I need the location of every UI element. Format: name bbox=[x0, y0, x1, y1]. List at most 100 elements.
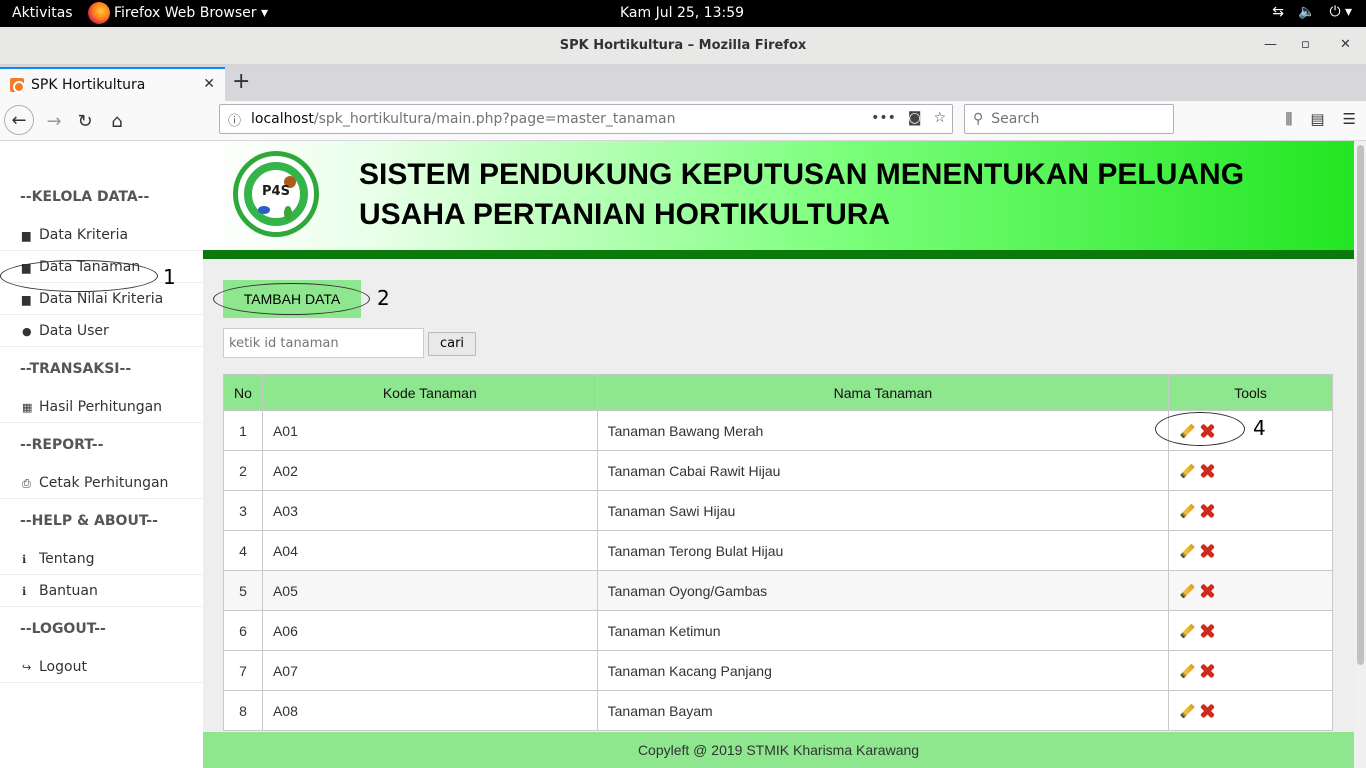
sidebar-item-label: Data User bbox=[39, 323, 109, 339]
annotation-ellipse-4 bbox=[1155, 412, 1245, 446]
window-titlebar: SPK Hortikultura – Mozilla Firefox — ▫ ✕ bbox=[0, 27, 1366, 65]
home-icon[interactable]: ⌂ bbox=[103, 107, 131, 135]
scrollbar-thumb[interactable] bbox=[1357, 145, 1364, 665]
edit-pencil-icon[interactable] bbox=[1179, 623, 1195, 639]
cell-no: 6 bbox=[223, 610, 263, 651]
annotation-number-4: 4 bbox=[1253, 416, 1266, 440]
sidebar-item-data-kriteria[interactable]: ▆ Data Kriteria bbox=[0, 219, 203, 251]
vertical-scrollbar[interactable] bbox=[1354, 141, 1366, 768]
edit-pencil-icon[interactable] bbox=[1179, 503, 1195, 519]
cell-no: 8 bbox=[223, 690, 263, 731]
bookmark-star-icon[interactable]: ☆ bbox=[933, 110, 946, 126]
minimize-icon[interactable]: — bbox=[1264, 37, 1277, 52]
search-button[interactable]: cari bbox=[428, 332, 476, 356]
clock[interactable]: Kam Jul 25, 13:59 bbox=[620, 5, 744, 21]
table-row: 8 A08 Tanaman Bayam bbox=[223, 690, 1333, 731]
sidebar-item-hasil-perhitungan[interactable]: ▦ Hasil Perhitungan bbox=[0, 391, 203, 423]
sidebar-item-bantuan[interactable]: ℹ Bantuan bbox=[0, 575, 203, 607]
table-icon: ▦ bbox=[22, 401, 33, 414]
cell-nama: Tanaman Cabai Rawit Hijau bbox=[596, 450, 1170, 491]
window-title: SPK Hortikultura – Mozilla Firefox bbox=[559, 38, 807, 53]
close-window-icon[interactable]: ✕ bbox=[1340, 37, 1351, 52]
delete-x-icon[interactable] bbox=[1199, 583, 1215, 599]
delete-x-icon[interactable] bbox=[1199, 503, 1215, 519]
cell-kode: A01 bbox=[261, 410, 598, 451]
column-header-no: No bbox=[223, 374, 263, 411]
section-heading-help-about: --HELP & ABOUT-- bbox=[20, 513, 158, 529]
edit-pencil-icon[interactable] bbox=[1179, 543, 1195, 559]
cell-no: 7 bbox=[223, 650, 263, 691]
system-tray[interactable]: ⇆ 🔈 ⏻ ▾ bbox=[1272, 4, 1352, 20]
cell-kode: A08 bbox=[261, 690, 598, 731]
cell-kode: A03 bbox=[261, 490, 598, 531]
sidebar-item-label: Bantuan bbox=[39, 583, 98, 599]
edit-pencil-icon[interactable] bbox=[1179, 463, 1195, 479]
url-bar[interactable]: ⓘ localhost/spk_hortikultura/main.php?pa… bbox=[219, 104, 953, 134]
system-top-bar: Aktivitas Firefox Web Browser ▾ Kam Jul … bbox=[0, 0, 1366, 27]
cell-no: 4 bbox=[223, 530, 263, 571]
hamburger-menu-icon[interactable]: ☰ bbox=[1343, 110, 1356, 128]
new-tab-icon[interactable]: + bbox=[232, 69, 250, 94]
cell-tools bbox=[1168, 610, 1333, 651]
header-banner: P4S SISTEM PENDUKUNG KEPUTUSAN MENENTUKA… bbox=[203, 141, 1354, 250]
edit-pencil-icon[interactable] bbox=[1179, 663, 1195, 679]
annotation-number-1: 1 bbox=[163, 265, 176, 289]
sidebar-item-tentang[interactable]: ℹ Tentang bbox=[0, 543, 203, 575]
annotation-ellipse-1 bbox=[0, 260, 158, 292]
edit-pencil-icon[interactable] bbox=[1179, 703, 1195, 719]
logout-icon: ↪ bbox=[22, 661, 32, 674]
print-icon: ⎙ bbox=[22, 477, 31, 490]
cell-tools bbox=[1168, 450, 1333, 491]
sidebar-item-label: Logout bbox=[39, 659, 87, 675]
tab-spk-hortikultura[interactable]: SPK Hortikultura ✕ bbox=[0, 67, 225, 101]
back-icon[interactable]: ← bbox=[4, 105, 34, 135]
url-host: localhost bbox=[251, 111, 314, 127]
section-heading-transaksi: --TRANSAKSI-- bbox=[20, 361, 132, 377]
table-row: 2 A02 Tanaman Cabai Rawit Hijau bbox=[223, 450, 1333, 491]
app-menu[interactable]: Firefox Web Browser ▾ bbox=[88, 2, 268, 24]
pocket-icon[interactable]: ◙ bbox=[908, 110, 922, 126]
cell-nama: Tanaman Ketimun bbox=[596, 610, 1170, 651]
delete-x-icon[interactable] bbox=[1199, 623, 1215, 639]
sidebar-toggle-icon[interactable]: ▤ bbox=[1310, 110, 1324, 128]
sidebar-item-data-user[interactable]: ● Data User bbox=[0, 315, 203, 347]
sidebar-item-cetak-perhitungan[interactable]: ⎙ Cetak Perhitungan bbox=[0, 467, 203, 499]
table-row: 5 A05 Tanaman Oyong/Gambas bbox=[223, 570, 1333, 611]
page-actions-icon[interactable]: ••• bbox=[871, 110, 896, 126]
section-heading-kelola-data: --KELOLA DATA-- bbox=[20, 189, 150, 205]
delete-x-icon[interactable] bbox=[1199, 703, 1215, 719]
cell-kode: A07 bbox=[261, 650, 598, 691]
main-content: P4S SISTEM PENDUKUNG KEPUTUSAN MENENTUKA… bbox=[203, 141, 1354, 768]
activities-button[interactable]: Aktivitas bbox=[12, 5, 73, 21]
cell-no: 1 bbox=[223, 410, 263, 451]
cell-no: 3 bbox=[223, 490, 263, 531]
sidebar-item-logout[interactable]: ↪ Logout bbox=[0, 651, 203, 683]
delete-x-icon[interactable] bbox=[1199, 463, 1215, 479]
reload-icon[interactable]: ↻ bbox=[71, 107, 99, 135]
network-icon: ⇆ bbox=[1272, 4, 1284, 20]
library-icon[interactable]: ⫼ bbox=[1285, 110, 1292, 128]
cell-no: 2 bbox=[223, 450, 263, 491]
favicon-icon bbox=[10, 78, 25, 93]
forward-icon[interactable]: → bbox=[40, 107, 68, 135]
delete-x-icon[interactable] bbox=[1199, 663, 1215, 679]
table-row: 4 A04 Tanaman Terong Bulat Hijau bbox=[223, 530, 1333, 571]
page-footer: Copyleft @ 2019 STMIK Kharisma Karawang bbox=[203, 732, 1354, 768]
section-heading-logout: --LOGOUT-- bbox=[20, 621, 106, 637]
close-tab-icon[interactable]: ✕ bbox=[203, 76, 215, 92]
search-input[interactable] bbox=[223, 328, 424, 358]
edit-pencil-icon[interactable] bbox=[1179, 583, 1195, 599]
cell-nama: Tanaman Kacang Panjang bbox=[596, 650, 1170, 691]
page-title-line1: SISTEM PENDUKUNG KEPUTUSAN MENENTUKAN PE… bbox=[359, 158, 1245, 191]
cell-tools bbox=[1168, 490, 1333, 531]
page-title-line2: USAHA PERTANIAN HORTIKULTURA bbox=[359, 198, 891, 231]
section-heading-report: --REPORT-- bbox=[20, 437, 104, 453]
delete-x-icon[interactable] bbox=[1199, 543, 1215, 559]
search-bar[interactable]: ⚲ Search bbox=[964, 104, 1174, 134]
site-info-icon[interactable]: ⓘ bbox=[228, 110, 241, 129]
column-header-kode: Kode Tanaman bbox=[261, 374, 598, 411]
column-header-nama: Nama Tanaman bbox=[596, 374, 1170, 411]
table-row: 7 A07 Tanaman Kacang Panjang bbox=[223, 650, 1333, 691]
sidebar: --KELOLA DATA-- ▆ Data Kriteria ▆ Data Tan… bbox=[0, 141, 203, 768]
maximize-icon[interactable]: ▫ bbox=[1301, 37, 1310, 52]
